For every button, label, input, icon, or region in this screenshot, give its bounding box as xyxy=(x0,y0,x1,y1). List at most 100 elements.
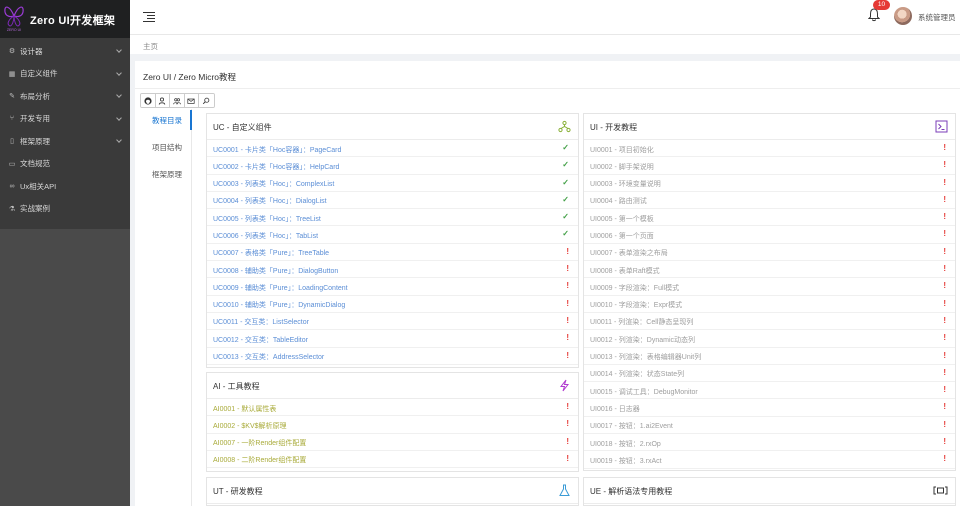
list-item[interactable]: AI0001 - 默认属性表! xyxy=(207,399,578,417)
list-item-link[interactable]: UI0017 - 按钮：1.ai2Event xyxy=(590,421,673,431)
list-item-link[interactable]: AI0008 - 二阶Render组件配置 xyxy=(213,455,306,465)
list-item[interactable]: UI0003 - 环境变量说明! xyxy=(584,175,955,192)
list-item-link[interactable]: UI0001 - 项目初始化 xyxy=(590,145,654,155)
list-item[interactable]: UI0001 - 项目初始化! xyxy=(584,140,955,158)
list-item[interactable]: UI0012 - 列渲染：Dynamic动态列! xyxy=(584,330,955,348)
list-item[interactable]: UI0010 - 字段渲染：Expr模式! xyxy=(584,296,955,313)
list-item-link[interactable]: UC0010 - 辅助类「Pure」：DynamicDialog xyxy=(213,300,345,310)
list-item-link[interactable]: UI0006 - 第一个页面 xyxy=(590,231,654,241)
list-item[interactable]: UI0014 - 列渲染：状态State列! xyxy=(584,365,955,383)
sidebar-item[interactable]: ▭ 文档规范 xyxy=(0,153,130,176)
list-item-link[interactable]: UI0013 - 列渲染：表格编辑器Unit列 xyxy=(590,352,701,362)
team-button[interactable] xyxy=(170,94,185,107)
list-item[interactable]: UI0006 - 第一个页面! xyxy=(584,226,955,244)
list-item-link[interactable]: UC0002 - 卡片类「Hoc容器」：HelpCard xyxy=(213,162,339,172)
logo-bar[interactable]: ZERO UI Zero UI开发框架 xyxy=(0,0,130,38)
list-item-link[interactable]: UC0012 - 交互类：TableEditor xyxy=(213,335,308,345)
github-button[interactable] xyxy=(141,94,156,107)
list-item-link[interactable]: UI0009 - 字段渲染：Full模式 xyxy=(590,283,679,293)
list-item-link[interactable]: UI0004 - 路由测试 xyxy=(590,196,647,206)
tab-item[interactable]: 框架原理 xyxy=(152,169,182,180)
breadcrumb-home[interactable]: 主页 xyxy=(143,41,158,52)
sidebar-item[interactable]: ∞ Ux相关API xyxy=(0,175,130,198)
list-item-link[interactable]: UI0012 - 列渲染：Dynamic动态列 xyxy=(590,335,695,345)
user-button[interactable] xyxy=(155,94,170,107)
mail-button[interactable] xyxy=(184,94,199,107)
list-item-link[interactable]: UC0009 - 辅助类「Pure」：LoadingContent xyxy=(213,283,348,293)
list-item-link[interactable]: UC0007 - 表格类「Pure」：TreeTable xyxy=(213,248,329,258)
list-item[interactable]: UI0007 - 表单渲染之布局! xyxy=(584,244,955,262)
list-item-link[interactable]: UC0004 - 列表类「Hoc」：DialogList xyxy=(213,196,327,206)
tab-item[interactable]: 教程目录 xyxy=(152,115,182,126)
list-item[interactable]: UI0004 - 路由测试! xyxy=(584,192,955,210)
list-item[interactable]: UC0005 - 列表类「Hoc」：TreeList ✓ xyxy=(207,209,578,227)
list-item-link[interactable]: UI0016 - 日志器 xyxy=(590,404,640,414)
list-item-link[interactable]: UC0013 - 交互类：AddressSelector xyxy=(213,352,324,362)
list-item[interactable]: UC0001 - 卡片类「Hoc容器」：PageCard ✓ xyxy=(207,140,578,158)
list-item[interactable]: UC0010 - 辅助类「Pure」：DynamicDialog! xyxy=(207,296,578,313)
sidebar-item[interactable]: ⑂ 开发专用 xyxy=(0,108,130,131)
list-item[interactable]: UC0004 - 列表类「Hoc」：DialogList ✓ xyxy=(207,192,578,210)
menu-toggle-icon[interactable] xyxy=(143,12,155,23)
list-item[interactable]: UC0006 - 列表类「Hoc」：TabList ✓ xyxy=(207,226,578,244)
sidebar-item[interactable]: ▦ 自定义组件 xyxy=(0,63,130,86)
list-item-link[interactable]: UI0002 - 脚手架说明 xyxy=(590,162,654,172)
list-item[interactable]: UC0003 - 列表类「Hoc」：ComplexList ✓ xyxy=(207,175,578,192)
sidebar-item[interactable]: ⚗ 实战案例 xyxy=(0,198,130,221)
list-item[interactable]: UC0002 - 卡片类「Hoc容器」：HelpCard ✓ xyxy=(207,157,578,175)
list-item[interactable]: UI0019 - 按钮：3.rxAct! xyxy=(584,451,955,469)
list-item[interactable]: UC0009 - 辅助类「Pure」：LoadingContent! xyxy=(207,278,578,296)
list-item[interactable]: AI0007 - 一阶Render组件配置! xyxy=(207,434,578,451)
bell-icon[interactable] xyxy=(868,8,880,22)
flask-icon[interactable] xyxy=(558,484,571,497)
list-item-link[interactable]: UI0011 - 列渲染：Cell静态呈现列 xyxy=(590,317,693,327)
list-item[interactable]: AI0008 - 二阶Render组件配置! xyxy=(207,451,578,469)
sidebar-item[interactable]: ⚙ 设计器 xyxy=(0,40,130,63)
list-item[interactable]: UI0015 - 调试工具：DebugMonitor! xyxy=(584,382,955,400)
list-item-link[interactable]: UI0008 - 表单Raft模式 xyxy=(590,266,660,276)
list-item[interactable]: UC0007 - 表格类「Pure」：TreeTable! xyxy=(207,244,578,262)
list-item-link[interactable]: UI0010 - 字段渲染：Expr模式 xyxy=(590,300,682,310)
sidebar-item[interactable]: ▯ 框架原理 xyxy=(0,130,130,153)
terminal-icon[interactable] xyxy=(935,120,948,133)
list-item[interactable]: UI0005 - 第一个模板! xyxy=(584,209,955,227)
list-item-link[interactable]: UI0003 - 环境变量说明 xyxy=(590,179,661,189)
list-item-link[interactable]: UI0014 - 列渲染：状态State列 xyxy=(590,369,684,379)
list-item[interactable]: UI0002 - 脚手架说明! xyxy=(584,157,955,175)
list-item-link[interactable]: UC0008 - 辅助类「Pure」：DialogButton xyxy=(213,266,338,276)
list-item-link[interactable]: AI0002 - $KV$解析原理 xyxy=(213,421,287,431)
list-item-link[interactable]: UC0003 - 列表类「Hoc」：ComplexList xyxy=(213,179,334,189)
tab-item[interactable]: 项目结构 xyxy=(152,142,182,153)
sitemap-icon[interactable] xyxy=(558,120,571,133)
list-item[interactable]: UI0016 - 日志器! xyxy=(584,399,955,417)
list-item[interactable]: UC0008 - 辅助类「Pure」：DialogButton! xyxy=(207,261,578,279)
list-item[interactable]: UI0009 - 字段渲染：Full模式! xyxy=(584,278,955,296)
list-item-link[interactable]: UI0019 - 按钮：3.rxAct xyxy=(590,456,662,466)
list-item-link[interactable]: UC0011 - 交互类：ListSelector xyxy=(213,317,309,327)
list-item[interactable]: AI0002 - $KV$解析原理! xyxy=(207,416,578,434)
sidebar-item[interactable]: ✎ 布局分析 xyxy=(0,85,130,108)
list-item-link[interactable]: UI0005 - 第一个模板 xyxy=(590,214,654,224)
list-item[interactable]: UC0011 - 交互类：ListSelector! xyxy=(207,313,578,331)
search-button[interactable] xyxy=(199,94,214,107)
code-brackets-icon[interactable] xyxy=(933,484,948,497)
list-item[interactable]: UC0012 - 交互类：TableEditor! xyxy=(207,330,578,348)
list-item[interactable]: UI0017 - 按钮：1.ai2Event! xyxy=(584,417,955,435)
list-item-link[interactable]: AI0007 - 一阶Render组件配置 xyxy=(213,438,306,448)
list-item[interactable]: UI0011 - 列渲染：Cell静态呈现列! xyxy=(584,313,955,331)
list-item-link[interactable]: AI0001 - 默认属性表 xyxy=(213,404,276,414)
link-toolbar xyxy=(140,93,215,108)
lightning-icon[interactable] xyxy=(558,379,571,392)
list-item-link[interactable]: UC0005 - 列表类「Hoc」：TreeList xyxy=(213,214,321,224)
avatar[interactable] xyxy=(894,7,912,25)
list-item-link[interactable]: UI0018 - 按钮：2.rxOp xyxy=(590,439,661,449)
list-item[interactable]: UI0008 - 表单Raft模式! xyxy=(584,261,955,279)
list-item-link[interactable]: UC0006 - 列表类「Hoc」：TabList xyxy=(213,231,318,241)
list-item-link[interactable]: UI0015 - 调试工具：DebugMonitor xyxy=(590,387,698,397)
username-label[interactable]: 系统管理员 xyxy=(918,12,956,23)
list-item-link[interactable]: UI0007 - 表单渲染之布局 xyxy=(590,248,668,258)
list-item[interactable]: UI0018 - 按钮：2.rxOp! xyxy=(584,434,955,452)
list-item-link[interactable]: UC0001 - 卡片类「Hoc容器」：PageCard xyxy=(213,145,341,155)
list-item[interactable]: UC0013 - 交互类：AddressSelector! xyxy=(207,348,578,365)
list-item[interactable]: UI0013 - 列渲染：表格编辑器Unit列! xyxy=(584,348,955,365)
